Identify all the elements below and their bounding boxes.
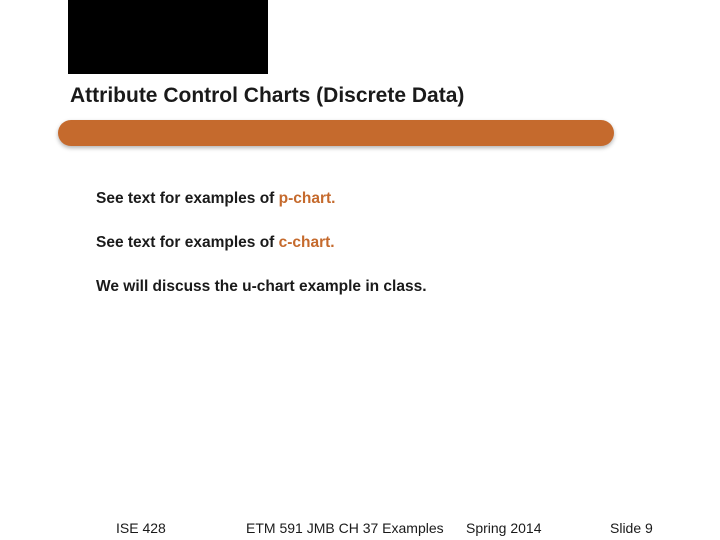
body-line-2: See text for examples of c-chart.	[96, 234, 636, 252]
footer-term: Spring 2014	[466, 520, 542, 536]
c-chart-text: c-chart.	[279, 234, 335, 251]
footer-slide-number: Slide 9	[610, 520, 653, 536]
slide-title: Attribute Control Charts (Discrete Data)	[70, 84, 464, 108]
body-line-2-prefix: See text for examples of	[96, 234, 279, 251]
footer-ext: ETM 591 JMB CH 37 Examples	[246, 520, 444, 536]
body-line-1: See text for examples of p-chart.	[96, 190, 636, 208]
title-underline-bar	[58, 120, 614, 146]
body-line-3: We will discuss the u-chart example in c…	[96, 278, 636, 296]
body-line-1-prefix: See text for examples of	[96, 190, 279, 207]
header-black-box	[68, 0, 268, 74]
slide-body: See text for examples of p-chart. See te…	[96, 190, 636, 322]
footer-course: ISE 428	[116, 520, 166, 536]
p-chart-text: p-chart.	[279, 190, 336, 207]
